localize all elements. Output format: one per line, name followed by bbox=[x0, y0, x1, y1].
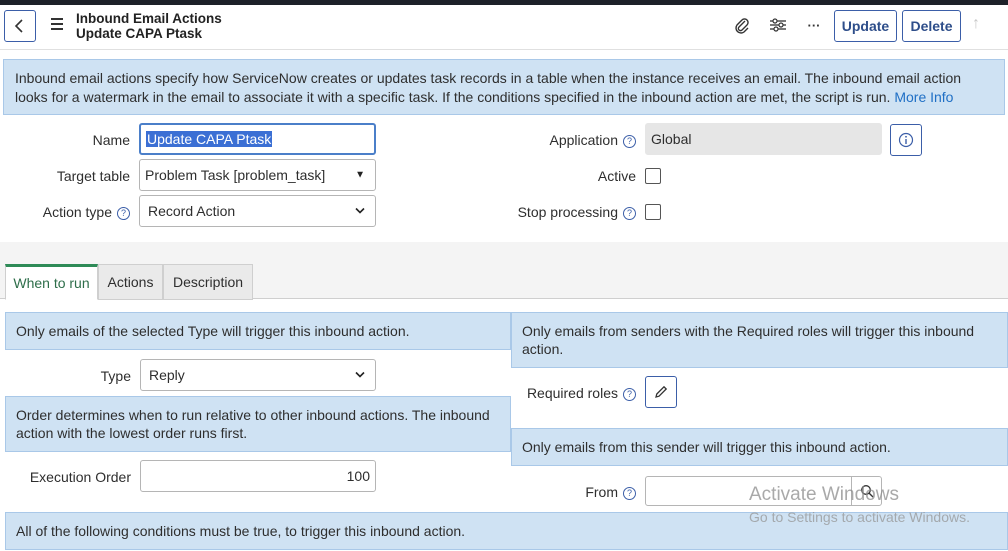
chevron-down-icon bbox=[355, 207, 365, 214]
activate-windows-watermark: Activate Windows bbox=[749, 484, 899, 505]
personalize-form-icon[interactable] bbox=[768, 15, 788, 35]
info-banner-text: Inbound email actions specify how Servic… bbox=[15, 70, 962, 105]
type-select[interactable]: Reply bbox=[140, 359, 376, 391]
name-label: Name bbox=[92, 132, 130, 148]
target-table-select[interactable]: Problem Task [problem_task] ▼ bbox=[139, 159, 376, 191]
activate-windows-subtext: Go to Settings to activate Windows. bbox=[749, 509, 970, 525]
help-icon[interactable]: ? bbox=[623, 207, 636, 220]
help-icon[interactable]: ? bbox=[623, 135, 636, 148]
edit-required-roles-button[interactable] bbox=[645, 376, 677, 408]
target-table-value: Problem Task [problem_task] bbox=[145, 167, 326, 183]
execution-order-label: Execution Order bbox=[29, 469, 131, 485]
action-type-value: Record Action bbox=[148, 203, 236, 219]
page-title: Inbound Email Actions Update CAPA Ptask bbox=[76, 11, 222, 41]
required-roles-label: Required roles bbox=[526, 385, 618, 401]
type-value: Reply bbox=[149, 367, 185, 383]
execution-order-field[interactable]: 100 bbox=[140, 460, 376, 492]
paperclip-icon[interactable] bbox=[732, 15, 752, 35]
application-label-group: Application? bbox=[490, 132, 636, 148]
help-icon[interactable]: ? bbox=[623, 388, 636, 401]
stop-processing-label-group: Stop processing? bbox=[490, 204, 636, 220]
active-label: Active bbox=[597, 168, 636, 184]
more-info-link[interactable]: More Info bbox=[894, 89, 953, 105]
update-button[interactable]: Update bbox=[834, 10, 897, 42]
type-label: Type bbox=[100, 368, 131, 384]
back-button[interactable] bbox=[4, 10, 36, 42]
help-icon[interactable]: ? bbox=[623, 487, 636, 500]
target-table-label: Target table bbox=[56, 168, 130, 184]
execution-order-value: 100 bbox=[346, 468, 370, 484]
name-value: Update CAPA Ptask bbox=[146, 131, 273, 147]
title-record-name: Update CAPA Ptask bbox=[76, 26, 203, 41]
name-field[interactable]: Update CAPA Ptask bbox=[139, 123, 376, 155]
caret-down-icon: ▼ bbox=[355, 169, 365, 181]
section-separator bbox=[0, 242, 1008, 262]
chevron-left-icon bbox=[14, 19, 23, 33]
required-roles-note: Only emails from senders with the Requir… bbox=[511, 312, 1008, 368]
required-roles-label-group: Required roles? bbox=[490, 385, 636, 401]
sender-note: Only emails from this sender will trigge… bbox=[511, 428, 1008, 466]
application-info-button[interactable] bbox=[890, 124, 922, 156]
action-type-label: Action type bbox=[42, 204, 112, 220]
type-note: Only emails of the selected Type will tr… bbox=[5, 312, 511, 350]
application-label: Application bbox=[549, 132, 619, 148]
action-type-label-group: Action type? bbox=[20, 204, 130, 220]
stop-processing-checkbox[interactable] bbox=[645, 204, 661, 220]
pencil-icon bbox=[655, 385, 668, 398]
tab-actions[interactable]: Actions bbox=[98, 264, 163, 300]
more-options-icon[interactable]: ··· bbox=[804, 15, 824, 35]
chevron-down-icon bbox=[355, 371, 365, 378]
application-field: Global bbox=[645, 123, 882, 155]
arrow-up-icon[interactable]: ↑ bbox=[972, 15, 980, 33]
from-label-group: From? bbox=[490, 484, 636, 500]
help-icon[interactable]: ? bbox=[117, 207, 130, 220]
context-menu-icon[interactable] bbox=[51, 18, 63, 30]
info-icon bbox=[898, 132, 914, 148]
form-header: Inbound Email Actions Update CAPA Ptask … bbox=[0, 5, 1008, 50]
tab-when-to-run[interactable]: When to run bbox=[5, 264, 98, 300]
title-table-name: Inbound Email Actions bbox=[76, 11, 222, 26]
order-note: Order determines when to run relative to… bbox=[5, 396, 511, 452]
action-type-select[interactable]: Record Action bbox=[139, 195, 376, 227]
info-banner: Inbound email actions specify how Servic… bbox=[3, 59, 1005, 115]
from-label: From bbox=[585, 484, 618, 500]
active-checkbox[interactable] bbox=[645, 168, 661, 184]
delete-button[interactable]: Delete bbox=[902, 10, 961, 42]
tab-description[interactable]: Description bbox=[163, 264, 253, 300]
application-value: Global bbox=[651, 131, 692, 147]
stop-processing-label: Stop processing bbox=[517, 204, 618, 220]
